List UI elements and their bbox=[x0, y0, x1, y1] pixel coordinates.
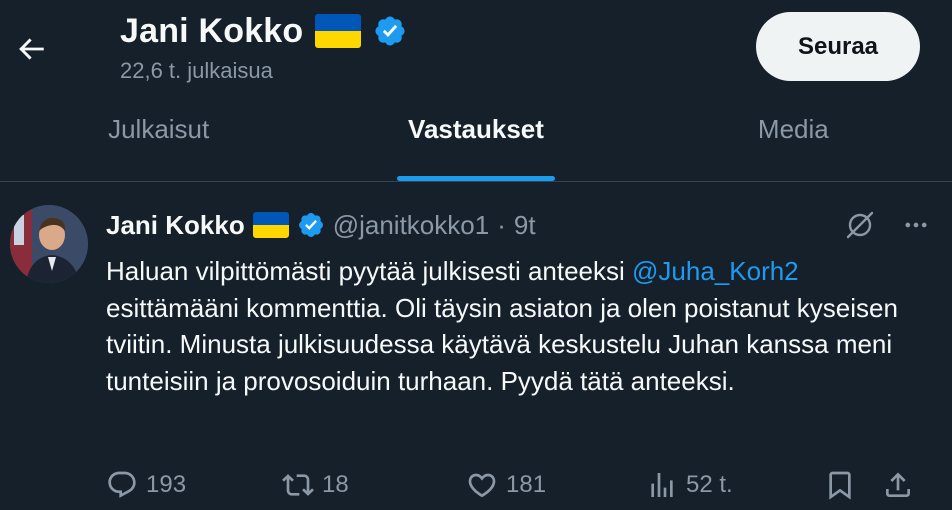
repost-count: 18 bbox=[322, 471, 349, 498]
share-icon bbox=[886, 472, 910, 497]
tab-replies[interactable]: Vastaukset bbox=[317, 100, 634, 181]
like-button[interactable]: 181 bbox=[466, 465, 546, 505]
tweet-text-part: esittämääni kommenttia. Oli täysin asiat… bbox=[106, 292, 898, 396]
avatar-image bbox=[10, 205, 88, 283]
profile-name-row: Jani Kokko bbox=[120, 8, 407, 54]
reply-icon bbox=[108, 471, 136, 498]
profile-header: Jani Kokko 22,6 t. julkaisua Seuraa bbox=[0, 0, 952, 100]
view-count: 52 t. bbox=[686, 471, 733, 498]
tweet-text: Haluan vilpittömästi pyytää julkisesti a… bbox=[106, 253, 906, 399]
tweet-header-actions bbox=[844, 209, 930, 246]
analytics-icon bbox=[651, 473, 673, 497]
tab-label: Vastaukset bbox=[408, 114, 544, 144]
repost-icon bbox=[282, 474, 314, 496]
follow-button[interactable]: Seuraa bbox=[756, 12, 920, 81]
profile-display-name: Jani Kokko bbox=[120, 11, 304, 50]
reply-count: 193 bbox=[146, 471, 187, 498]
heart-icon bbox=[468, 473, 496, 498]
more-options-button[interactable] bbox=[902, 211, 930, 244]
tab-label: Media bbox=[757, 114, 829, 144]
verified-badge-icon bbox=[298, 213, 323, 237]
mention-link[interactable]: @Juha_Korh2 bbox=[632, 256, 799, 286]
separator-dot: · bbox=[497, 209, 506, 240]
tweet-actions: 193 18 181 52 t. bbox=[106, 465, 926, 505]
verified-badge-icon bbox=[375, 16, 405, 46]
grok-icon bbox=[846, 211, 874, 239]
tweet-text-part: Haluan vilpittömästi pyytää julkisesti a… bbox=[106, 256, 633, 286]
arrow-left-icon bbox=[19, 38, 44, 60]
ukraine-flag-icon bbox=[315, 14, 362, 48]
like-count: 181 bbox=[506, 471, 547, 498]
profile-tabs: Julkaisut Vastaukset Media bbox=[0, 100, 952, 182]
grok-button[interactable] bbox=[844, 209, 876, 246]
tab-posts[interactable]: Julkaisut bbox=[0, 100, 317, 181]
tweet-handle[interactable]: @janitkokko1 bbox=[333, 210, 489, 241]
views-button[interactable]: 52 t. bbox=[646, 465, 733, 505]
tab-label: Julkaisut bbox=[108, 114, 210, 144]
post-count: 22,6 t. julkaisua bbox=[120, 58, 273, 83]
bookmark-button[interactable] bbox=[824, 465, 856, 505]
back-button[interactable] bbox=[8, 26, 54, 72]
more-horizontal-icon bbox=[905, 222, 927, 228]
tweet-header: Jani Kokko @janitkokko1 · 9t bbox=[106, 205, 536, 245]
tweet-author-name[interactable]: Jani Kokko bbox=[106, 210, 245, 241]
tweet-timestamp[interactable]: 9t bbox=[514, 210, 536, 241]
avatar[interactable] bbox=[10, 205, 88, 283]
reply-button[interactable]: 193 bbox=[106, 465, 186, 505]
bookmark-icon bbox=[829, 471, 851, 500]
active-tab-indicator bbox=[396, 176, 555, 181]
tweet[interactable]: Jani Kokko @janitkokko1 · 9t Haluan vilp… bbox=[0, 183, 952, 510]
share-button[interactable] bbox=[882, 465, 914, 505]
ukraine-flag-icon bbox=[252, 212, 289, 238]
repost-button[interactable]: 18 bbox=[282, 465, 349, 505]
tab-media[interactable]: Media bbox=[635, 100, 952, 181]
